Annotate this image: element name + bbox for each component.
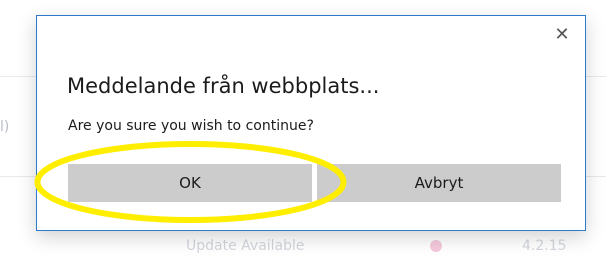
dialog-title: Meddelande från webbplats... bbox=[67, 74, 380, 98]
background-text-fragment: Update Available bbox=[186, 238, 305, 254]
background-text-fragment: l) bbox=[0, 119, 10, 135]
background-text-fragment: 4.2.15 bbox=[522, 238, 567, 254]
close-icon[interactable]: ✕ bbox=[549, 22, 575, 48]
background-status-dot bbox=[430, 240, 442, 252]
cancel-button[interactable]: Avbryt bbox=[317, 164, 561, 202]
dialog-message: Are you sure you wish to continue? bbox=[68, 118, 314, 134]
ok-button[interactable]: OK bbox=[68, 164, 312, 202]
screen: l) Update Available 4.2.15 ✕ Meddelande … bbox=[0, 0, 606, 261]
confirm-dialog: ✕ Meddelande från webbplats... Are you s… bbox=[36, 15, 586, 231]
